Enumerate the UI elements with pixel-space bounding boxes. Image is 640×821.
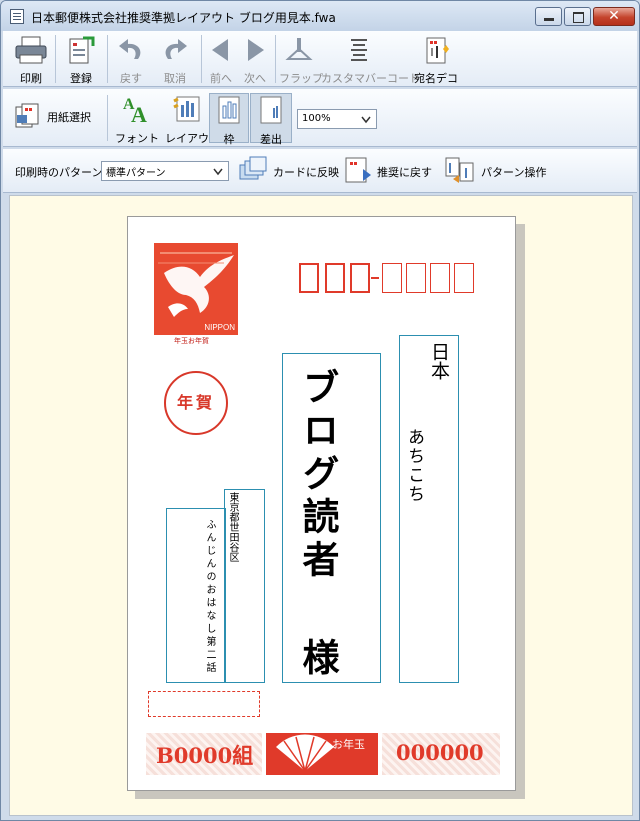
frame-icon — [218, 96, 240, 124]
pattern-value: 標準パターン — [106, 168, 166, 179]
print-label: 印刷 — [20, 72, 42, 85]
address-deco-button[interactable]: 宛名デコ — [405, 35, 467, 85]
chevron-down-icon — [213, 168, 223, 176]
restore-icon — [345, 157, 371, 183]
undo-icon — [119, 39, 141, 59]
app-icon — [10, 9, 24, 24]
lottery-number: 000000 — [396, 740, 484, 765]
fan-icon — [276, 734, 334, 772]
sender-address-frame[interactable]: 東京都世田谷区 — [224, 489, 265, 683]
title-bar[interactable]: 日本郵便株式会社推奨準拠レイアウト ブログ用見本.fwa ✕ — [1, 1, 639, 31]
barcode-icon — [351, 39, 367, 61]
stamp-caption: 年玉お年賀 — [174, 337, 209, 345]
zoom-select[interactable]: 100% — [297, 109, 377, 129]
register-icon — [69, 36, 95, 64]
printer-icon — [15, 36, 47, 64]
pattern-label: 印刷時のパターン — [15, 166, 103, 179]
sender-icon — [260, 96, 282, 124]
layout-button[interactable]: レイアウト — [165, 93, 220, 145]
pattern-ops-label: パターン操作 — [481, 166, 547, 179]
restore-button[interactable]: 推奨に戻す — [341, 155, 437, 187]
postage-stamp: NIPPON — [154, 243, 238, 335]
layout-label: レイアウト — [165, 132, 220, 145]
next-label: 次へ — [244, 72, 266, 85]
crane-icon — [158, 252, 234, 317]
pattern-toolbar: 印刷時のパターン 標準パターン カードに反映 推奨に戻す パターン操作 — [3, 149, 637, 193]
print-button[interactable]: 印刷 — [11, 35, 51, 85]
paper-select-label: 用紙選択 — [47, 111, 91, 124]
sender-button[interactable]: 差出 — [250, 93, 292, 146]
address-deco-label: 宛名デコ — [414, 72, 458, 85]
flap-icon — [285, 38, 313, 60]
cards-icon — [239, 156, 267, 180]
sender-label: 差出 — [260, 133, 282, 146]
lottery-number-panel: 000000 — [382, 733, 500, 775]
flap-label: フラップ — [279, 72, 323, 85]
restore-label: 推奨に戻す — [377, 166, 432, 179]
frame-button[interactable]: 枠 — [209, 93, 249, 146]
next-button[interactable]: 次へ — [239, 35, 271, 85]
recipient-address-frame[interactable]: 日本 あちこち — [399, 335, 459, 683]
maximize-button[interactable] — [564, 7, 591, 26]
layout-icon — [173, 96, 200, 122]
postcard[interactable]: NIPPON 年玉お年賀 年賀 日本 あちこち ブログ読者 様 東京都世田谷区 … — [127, 216, 516, 791]
font-label: フォント — [115, 132, 159, 145]
prev-label: 前へ — [210, 72, 232, 85]
nenga-seal: 年賀 — [164, 371, 228, 435]
chevron-down-icon — [361, 116, 371, 124]
arrow-left-icon — [212, 39, 228, 61]
main-toolbar: 印刷 登録 戻す 取消 前へ 次へ フラップ カスタマバーコード 宛名デコ — [3, 31, 637, 87]
lottery-group: B0000組 — [156, 743, 254, 768]
custom-barcode-label: カスタマバーコード — [321, 72, 420, 85]
font-button[interactable]: A A フォント — [115, 93, 159, 145]
lottery-fan-panel: お年玉 — [266, 733, 378, 775]
custom-barcode-button[interactable]: カスタマバーコード — [321, 35, 420, 85]
sender-name-frame[interactable]: ふんじんのおはなし第二話 — [166, 508, 226, 683]
recipient-address-line2: あちこち — [404, 428, 424, 504]
pattern-ops-icon — [445, 157, 474, 183]
layout-toolbar: 用紙選択 A A フォント レイアウト 枠 差出 100% — [3, 89, 637, 147]
recipient-address-line1: 日本 — [428, 342, 450, 380]
pattern-ops-button[interactable]: パターン操作 — [443, 155, 551, 187]
undo-label: 戻す — [120, 72, 142, 85]
window-title: 日本郵便株式会社推奨準拠レイアウト ブログ用見本.fwa — [31, 11, 336, 25]
paper-icon — [15, 103, 39, 128]
redo-button[interactable]: 取消 — [153, 35, 197, 85]
undo-button[interactable]: 戻す — [111, 35, 151, 85]
font-icon: A A — [123, 96, 147, 125]
apply-card-button[interactable]: カードに反映 — [237, 155, 339, 187]
pattern-select[interactable]: 標準パターン — [101, 161, 229, 181]
prev-button[interactable]: 前へ — [205, 35, 237, 85]
redo-label: 取消 — [164, 72, 186, 85]
lottery-tag: お年玉 — [332, 738, 365, 751]
close-button[interactable]: ✕ — [593, 7, 635, 26]
register-button[interactable]: 登録 — [61, 35, 101, 85]
recipient-name: ブログ読者 — [296, 368, 340, 583]
app-window: 日本郵便株式会社推奨準拠レイアウト ブログ用見本.fwa ✕ 印刷 登録 戻す … — [0, 0, 640, 821]
paper-select-button[interactable]: 用紙選択 — [11, 99, 101, 135]
close-icon: ✕ — [608, 8, 620, 24]
register-label: 登録 — [70, 72, 92, 85]
recipient-name-frame[interactable]: ブログ読者 様 — [282, 353, 381, 683]
minimize-button[interactable] — [535, 7, 562, 26]
redo-icon — [165, 39, 187, 59]
frame-label: 枠 — [223, 133, 235, 146]
sender-name: ふんじんのおはなし第二話 — [204, 519, 215, 675]
svg-text:A: A — [131, 102, 147, 125]
stamp-brand: NIPPON — [204, 323, 235, 332]
sender-address: 東京都世田谷区 — [227, 492, 238, 562]
apply-card-label: カードに反映 — [273, 166, 339, 179]
lottery-group-panel: B0000組 — [146, 733, 262, 775]
address-deco-icon — [426, 37, 449, 64]
arrow-right-icon — [248, 39, 264, 61]
honorific: 様 — [296, 638, 340, 675]
flap-button[interactable]: フラップ — [279, 35, 323, 85]
zoom-value: 100% — [302, 113, 331, 124]
